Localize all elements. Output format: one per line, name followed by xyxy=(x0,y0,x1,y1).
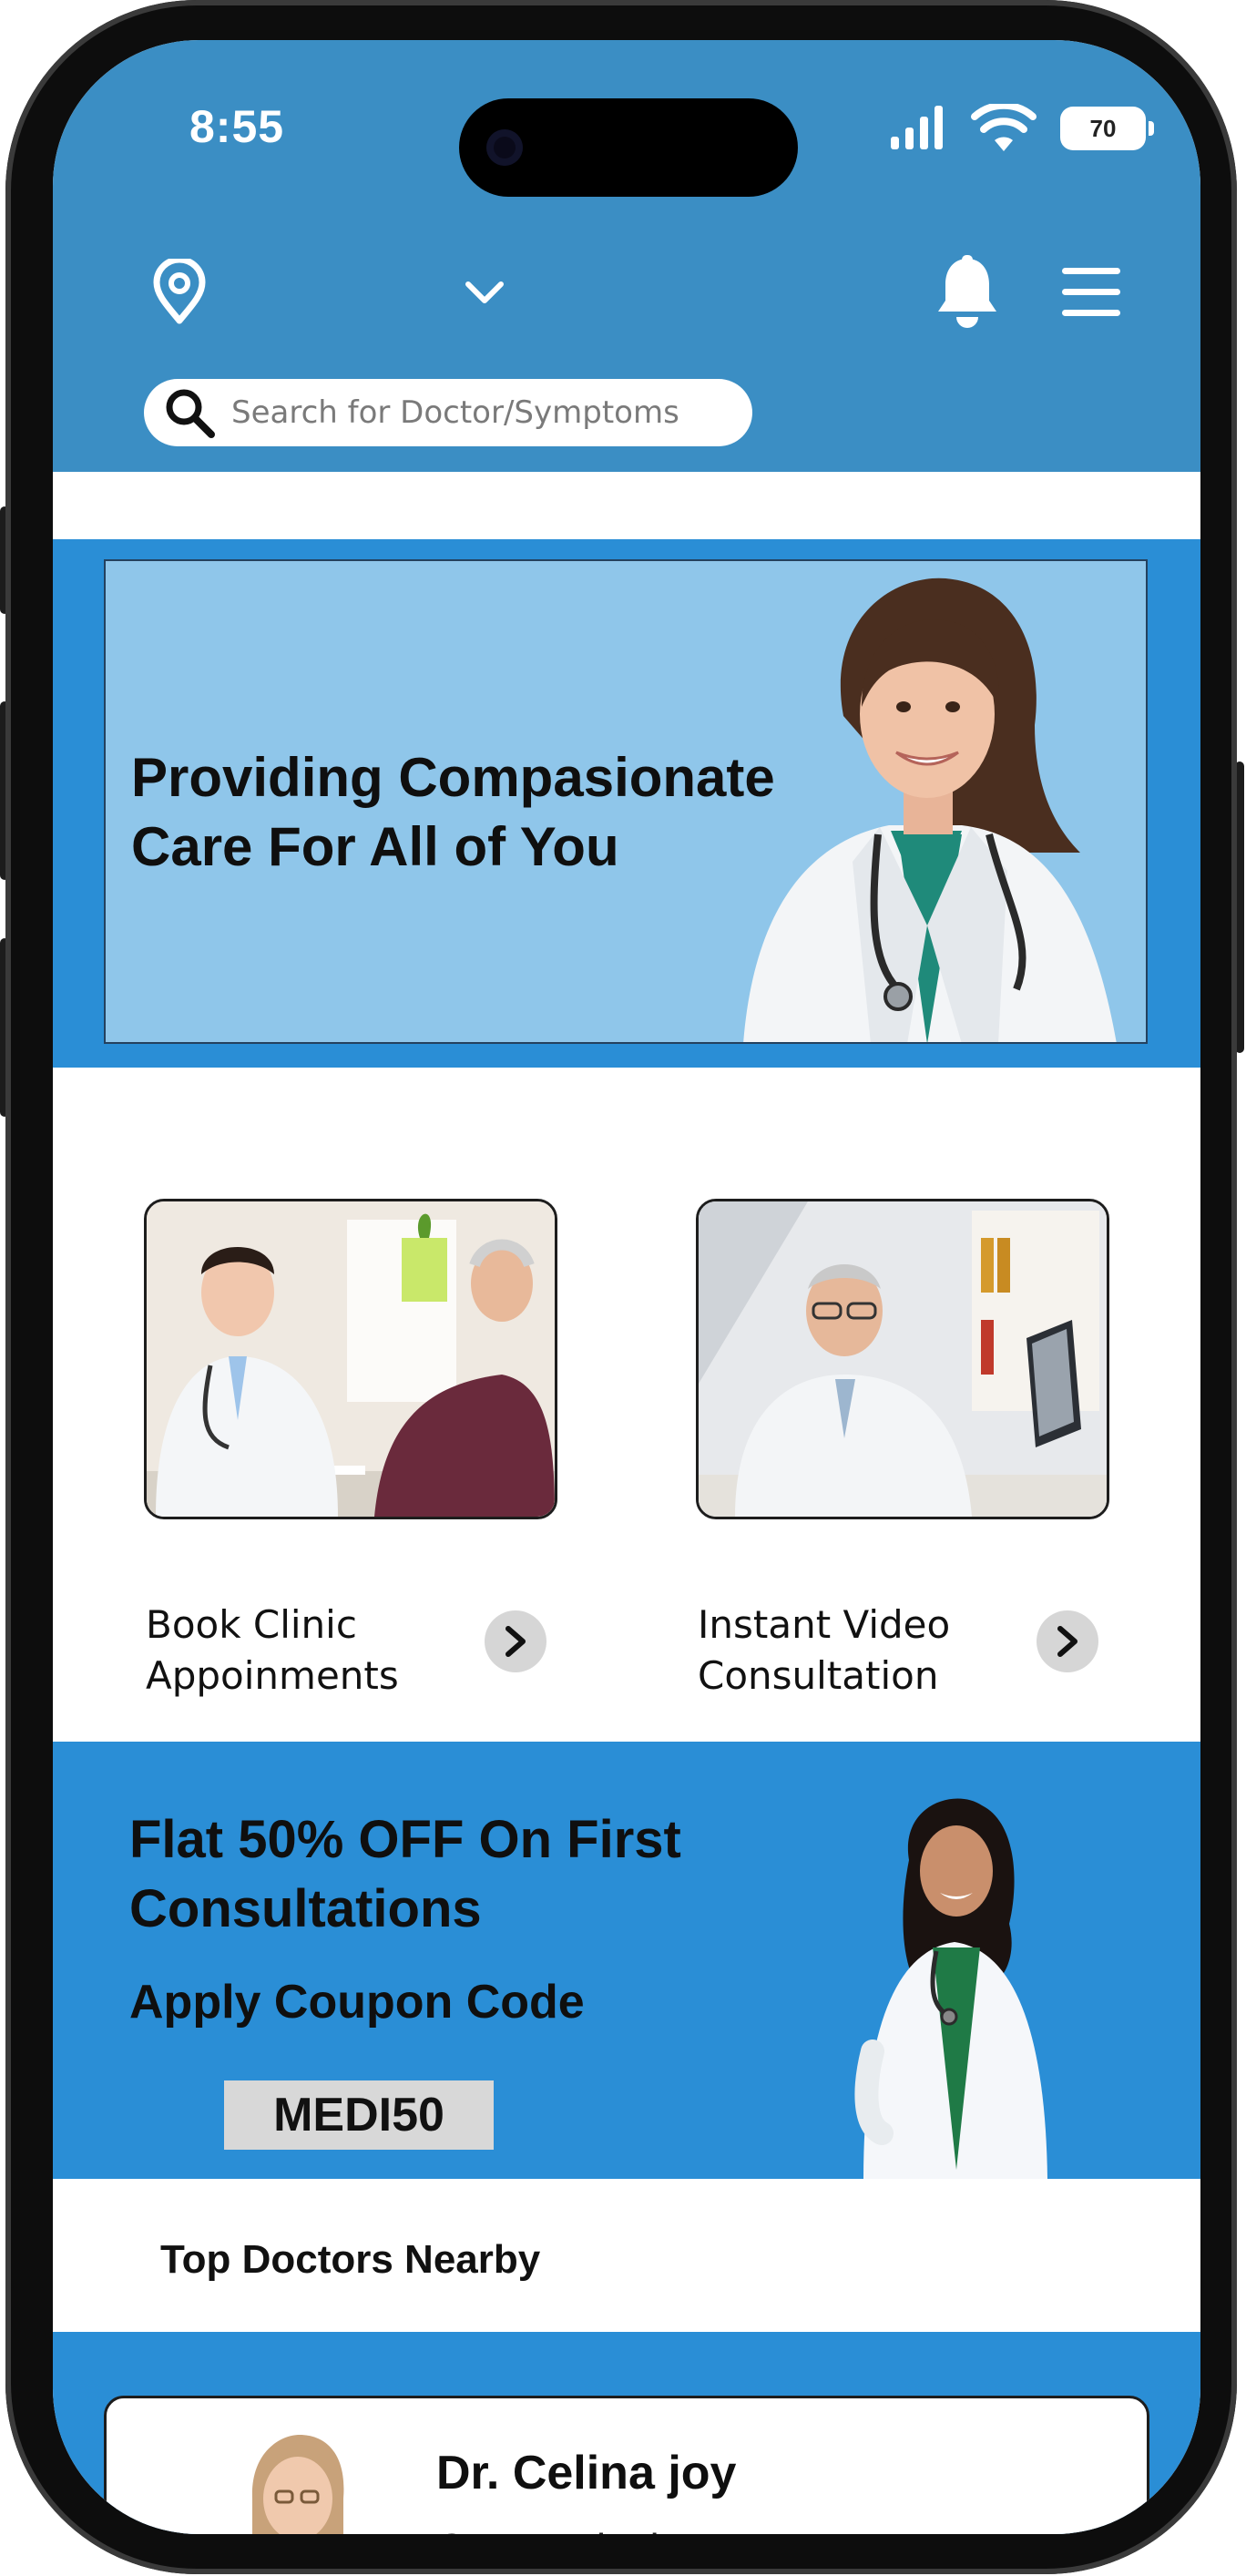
service-label-clinic: Book Clinic Appoinments xyxy=(146,1602,399,1698)
promo-doctor-illustration xyxy=(854,1798,1047,2179)
search-icon xyxy=(166,389,215,438)
promo-subtitle: Apply Coupon Code xyxy=(129,1976,585,2029)
status-icons: 70 xyxy=(889,104,1154,153)
top-doctors-list: Dr. Celina joy Cosmetologist xyxy=(53,2332,1200,2534)
app-header: 8:55 70 xyxy=(53,40,1200,472)
top-doctors-title: Top Doctors Nearby xyxy=(160,2237,541,2282)
coupon-code[interactable]: MEDI50 xyxy=(224,2080,494,2150)
clinic-photo xyxy=(144,1199,557,1519)
battery-level: 70 xyxy=(1089,114,1117,142)
location-pin-icon[interactable] xyxy=(151,259,208,324)
chevron-right-icon xyxy=(1057,1626,1077,1657)
promo-banner[interactable]: Flat 50% OFF On First Consultations Appl… xyxy=(53,1742,1200,2179)
battery-icon: 70 xyxy=(1060,107,1154,150)
status-time: 8:55 xyxy=(189,101,285,152)
doctor-specialty: Cosmetologist xyxy=(436,2526,690,2534)
service-label-video: Instant Video Consultation xyxy=(698,1602,951,1698)
promo-title: Flat 50% OFF On First Consultations xyxy=(129,1810,681,1938)
camera-icon xyxy=(486,129,523,166)
service-arrow-clinic[interactable] xyxy=(485,1610,546,1672)
hero-section: Providing Compasionate Care For All of Y… xyxy=(53,539,1200,1068)
search-input[interactable] xyxy=(230,394,725,432)
bell-icon[interactable] xyxy=(934,255,1000,330)
doctor-name: Dr. Celina joy xyxy=(436,2447,737,2499)
wifi-icon xyxy=(971,104,1037,151)
hero-banner[interactable]: Providing Compasionate Care For All of Y… xyxy=(104,559,1148,1044)
doctor-avatar xyxy=(251,2435,344,2534)
chevron-right-icon xyxy=(506,1626,526,1657)
doctor-portrait-illustration xyxy=(743,578,1117,1042)
menu-icon[interactable] xyxy=(1060,266,1122,319)
dynamic-island xyxy=(459,98,798,197)
signal-icon xyxy=(891,106,943,149)
doctor-card[interactable]: Dr. Celina joy Cosmetologist xyxy=(104,2396,1149,2534)
video-consult-photo xyxy=(696,1199,1109,1519)
clinic-photo-illustration xyxy=(147,1201,555,1517)
service-arrow-video[interactable] xyxy=(1037,1610,1098,1672)
phone-frame: 8:55 70 Search for Doctor/Symptoms Provi… xyxy=(5,0,1237,2574)
phone-screen: 8:55 70 Search for Doctor/Symptoms Provi… xyxy=(53,40,1200,2534)
video-consult-photo-illustration xyxy=(699,1201,1107,1517)
search-bar[interactable] xyxy=(144,379,752,446)
chevron-down-icon[interactable] xyxy=(465,281,505,306)
